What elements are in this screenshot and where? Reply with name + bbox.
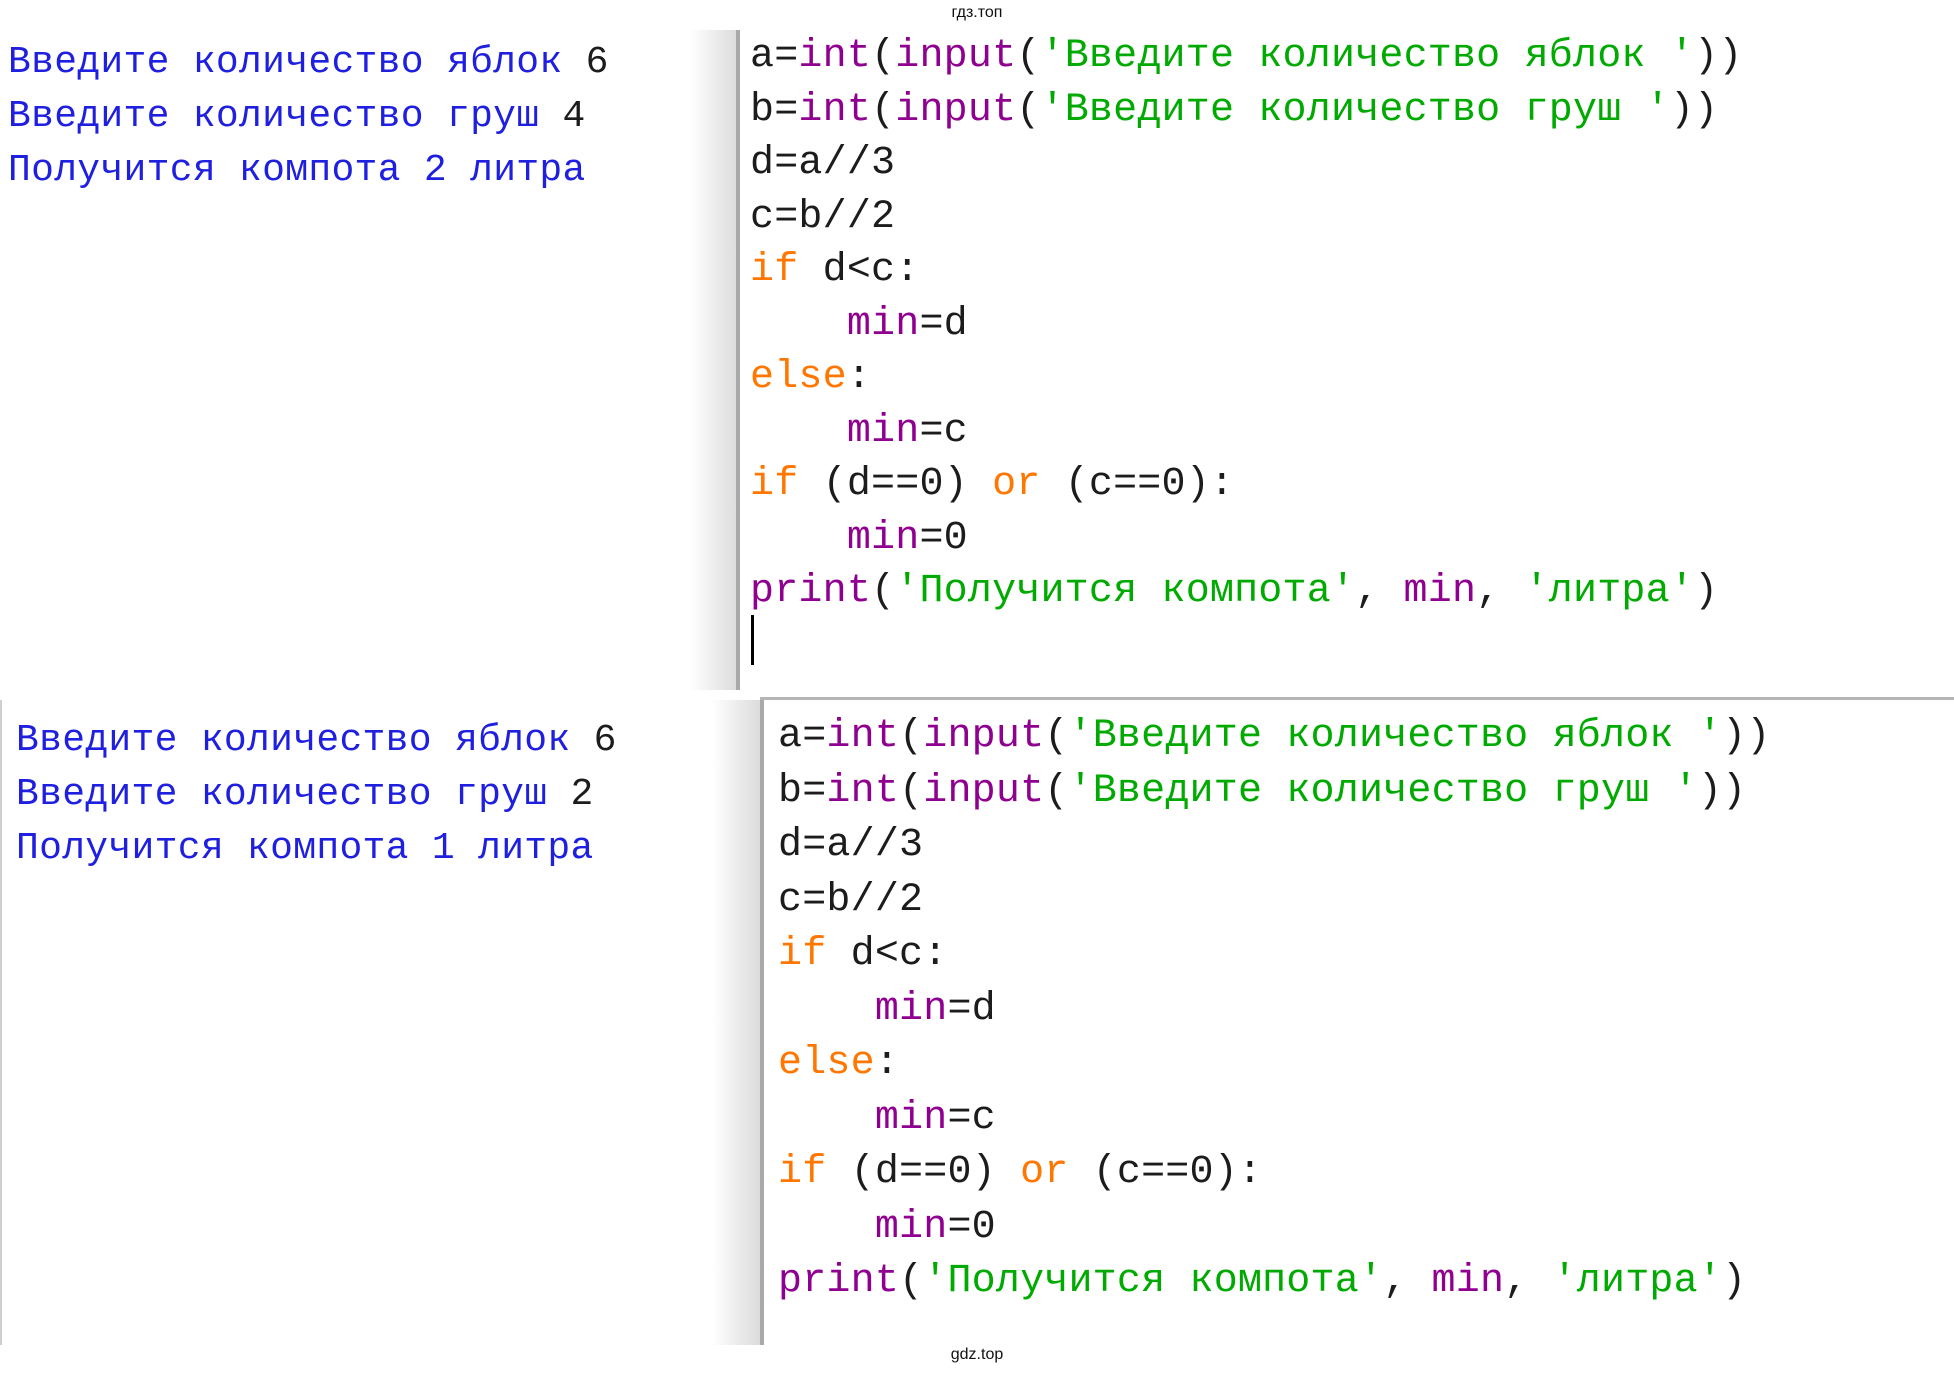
code-line-1: a=int(input('Введите количество яблок ')… [750, 34, 1743, 79]
code-line-6: min=d [846, 301, 968, 347]
code-line-7: else: [750, 355, 872, 400]
window-shadow-1 [690, 30, 740, 690]
code-line-8: min=c [846, 408, 968, 454]
shell-line-result: Получится компота 2 литра [8, 144, 735, 198]
code-line-1: a=int(input('Введите количество яблок ')… [778, 714, 1771, 759]
code-editor-2[interactable]: a=int(input('Введите количество яблок ')… [764, 700, 1954, 1345]
shell-line-pears: Введите количество груш 2 [16, 768, 760, 822]
code-line-11: print('Получится компота', min, 'литра') [778, 1259, 1747, 1304]
result-prefix: Получится компота [8, 149, 424, 192]
code-line-2: b=int(input('Введите количество груш ')) [778, 768, 1747, 814]
input-value-apples: 6 [585, 41, 609, 84]
code-line-5: if d<c: [750, 248, 920, 293]
input-value-pears: 2 [570, 773, 594, 816]
code-line-3: d=a//3 [750, 141, 896, 186]
result-suffix: литра [446, 149, 586, 192]
window-shadow-2 [712, 700, 762, 1345]
code-line-10: min=0 [874, 1204, 996, 1250]
shell-line-result: Получится компота 1 литра [16, 822, 760, 876]
result-prefix: Получится компота [16, 827, 432, 870]
text-cursor [751, 615, 754, 665]
result-suffix: литра [454, 827, 594, 870]
code-line-2: b=int(input('Введите количество груш ')) [750, 87, 1719, 133]
code-line-10: min=0 [846, 515, 968, 561]
result-value: 1 [431, 827, 455, 870]
result-value: 2 [423, 149, 447, 192]
code-line-11: print('Получится компота', min, 'литра') [750, 569, 1719, 614]
code-line-5: if d<c: [778, 932, 948, 977]
code-line-9: if (d==0) or (c==0): [778, 1150, 1263, 1195]
shell-line-apples: Введите количество яблок 6 [16, 714, 760, 768]
code-line-9: if (d==0) or (c==0): [750, 462, 1235, 507]
prompt-apples: Введите количество яблок [8, 41, 586, 84]
code-line-8: min=c [874, 1095, 996, 1141]
shell-output-2: Введите количество яблок 6 Введите колич… [2, 700, 760, 1345]
shell-output-1: Введите количество яблок 6 Введите колич… [0, 30, 735, 690]
shell-line-apples: Введите количество яблок 6 [8, 36, 735, 90]
prompt-pears: Введите количество груш [16, 773, 571, 816]
shell-line-pears: Введите количество груш 4 [8, 90, 735, 144]
code-line-3: d=a//3 [778, 823, 924, 868]
prompt-pears: Введите количество груш [8, 95, 563, 138]
code-line-7: else: [778, 1041, 900, 1086]
watermark-top: гдз.топ [951, 4, 1003, 21]
code-line-6: min=d [874, 986, 996, 1032]
prompt-apples: Введите количество яблок [16, 719, 594, 762]
code-line-4: c=b//2 [750, 194, 896, 240]
input-value-pears: 4 [562, 95, 586, 138]
code-editor-1[interactable]: a=int(input('Введите количество яблок ')… [740, 30, 1954, 690]
input-value-apples: 6 [593, 719, 617, 762]
code-line-4: c=b//2 [778, 877, 924, 923]
watermark-bottom: gdz.top [950, 1346, 1004, 1363]
